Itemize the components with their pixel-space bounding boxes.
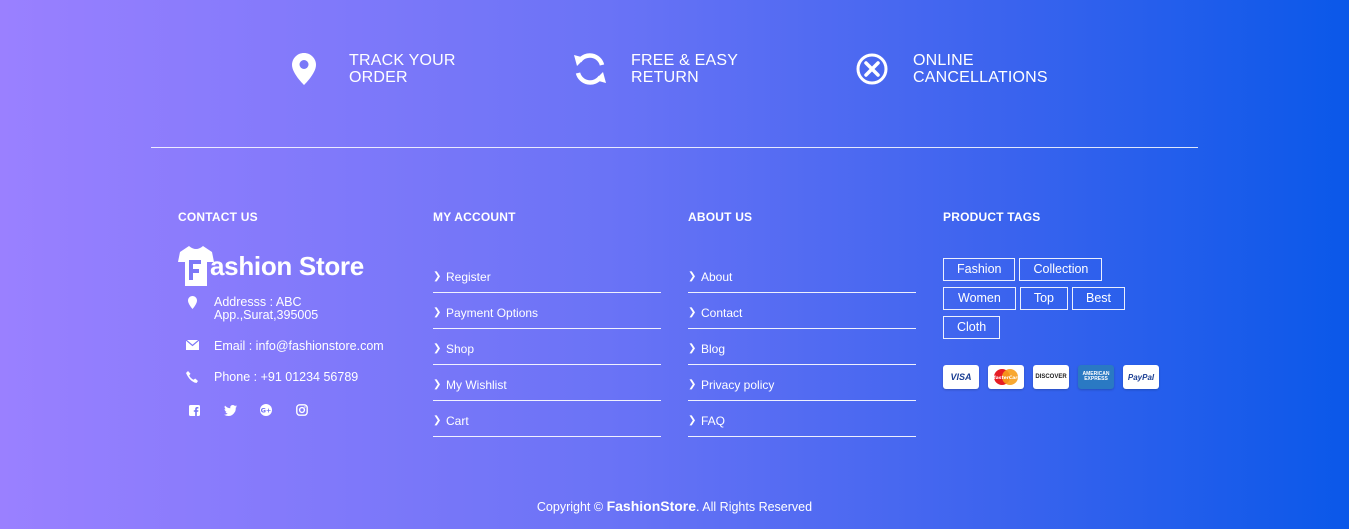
chevron-right-icon: ❯ bbox=[433, 379, 442, 390]
chevron-right-icon: ❯ bbox=[433, 271, 442, 282]
link-my-wishlist[interactable]: ❯ My Wishlist bbox=[433, 365, 661, 401]
feature-track-line2: ORDER bbox=[349, 69, 408, 86]
social-links: G+ bbox=[186, 402, 394, 418]
svg-text:G+: G+ bbox=[261, 406, 272, 414]
visa-card-icon: VISA bbox=[943, 365, 979, 389]
link-about[interactable]: ❯ About bbox=[688, 257, 916, 293]
tag-best[interactable]: Best bbox=[1072, 287, 1126, 310]
link-contact-label: Contact bbox=[701, 305, 743, 320]
discover-card-icon: DISCOVER bbox=[1033, 365, 1069, 389]
tag-collection[interactable]: Collection bbox=[1019, 258, 1103, 281]
contact-phone[interactable]: Phone : +91 01234 56789 bbox=[178, 371, 394, 384]
link-blog-label: Blog bbox=[701, 341, 726, 356]
facebook-icon[interactable] bbox=[186, 402, 202, 418]
contact-address: Addresss : ABC App.,Surat,395005 bbox=[178, 296, 394, 322]
link-faq-label: FAQ bbox=[701, 413, 726, 428]
cancel-circle-icon bbox=[855, 52, 889, 86]
link-shop-label: Shop bbox=[446, 341, 475, 356]
feature-return-line2: RETURN bbox=[631, 69, 699, 86]
chevron-right-icon: ❯ bbox=[688, 307, 697, 318]
feature-return-line1: FREE & EASY bbox=[631, 52, 739, 69]
link-faq[interactable]: ❯ FAQ bbox=[688, 401, 916, 437]
feature-online-cancellations: ONLINE CANCELLATIONS bbox=[855, 52, 1053, 86]
contact-address-text: Addresss : ABC App.,Surat,395005 bbox=[214, 295, 319, 322]
link-my-wishlist-label: My Wishlist bbox=[446, 377, 507, 392]
link-cart[interactable]: ❯ Cart bbox=[433, 401, 661, 437]
account-heading: MY ACCOUNT bbox=[433, 210, 516, 224]
fashion-store-logo[interactable]: ashion Store bbox=[178, 244, 394, 288]
link-about-label: About bbox=[701, 269, 733, 284]
link-privacy-policy[interactable]: ❯ Privacy policy bbox=[688, 365, 916, 401]
link-register-label: Register bbox=[446, 269, 491, 284]
tags-column: PRODUCT TAGS Fashion Collection Women To… bbox=[943, 210, 1173, 389]
contact-heading: CONTACT US bbox=[178, 210, 258, 224]
google-plus-icon[interactable]: G+ bbox=[258, 402, 274, 418]
about-column: ABOUT US ❯ About ❯ Contact ❯ Blog ❯ Privacy … bbox=[688, 210, 916, 437]
refresh-icon bbox=[573, 52, 607, 86]
copyright-text: Copyright © FashionStore. All Rights Res… bbox=[0, 498, 1349, 514]
link-register[interactable]: ❯ Register bbox=[433, 257, 661, 293]
chevron-right-icon: ❯ bbox=[688, 343, 697, 354]
mastercard-icon: MasterCard bbox=[988, 365, 1024, 389]
logo-text: ashion Store bbox=[210, 250, 364, 281]
feature-track-order: TRACK YOUR ORDER bbox=[290, 52, 489, 86]
copyright-suffix: . All Rights Reserved bbox=[696, 500, 813, 514]
tags-heading: PRODUCT TAGS bbox=[943, 210, 1041, 224]
about-heading: ABOUT US bbox=[688, 210, 753, 224]
contact-email-text: Email : info@fashionstore.com bbox=[214, 339, 384, 353]
paypal-card-icon: PayPal bbox=[1123, 365, 1159, 389]
link-shop[interactable]: ❯ Shop bbox=[433, 329, 661, 365]
tag-top[interactable]: Top bbox=[1019, 287, 1068, 310]
envelope-icon bbox=[184, 340, 200, 350]
copyright-prefix: Copyright © bbox=[536, 500, 604, 514]
link-payment-options[interactable]: ❯ Payment Options bbox=[433, 293, 661, 329]
map-pin-icon bbox=[184, 296, 200, 309]
twitter-icon[interactable] bbox=[222, 402, 238, 418]
contact-phone-text: Phone : +91 01234 56789 bbox=[214, 370, 359, 384]
map-marker-icon bbox=[290, 52, 318, 86]
chevron-right-icon: ❯ bbox=[433, 343, 442, 354]
contact-email[interactable]: Email : info@fashionstore.com bbox=[178, 340, 394, 353]
link-blog[interactable]: ❯ Blog bbox=[688, 329, 916, 365]
features-bar: TRACK YOUR ORDER FREE & EASY RETURN ONLI bbox=[0, 52, 1349, 102]
copyright-brand[interactable]: FashionStore bbox=[607, 498, 696, 514]
link-cart-label: Cart bbox=[446, 413, 469, 428]
payment-methods: VISA MasterCard DISCOVER AMERICAN EXPRES… bbox=[943, 365, 1173, 389]
section-divider bbox=[151, 147, 1198, 148]
feature-track-line1: TRACK YOUR bbox=[349, 52, 456, 69]
contact-column: CONTACT US ashion Store Addresss : ABC A… bbox=[178, 210, 394, 418]
link-payment-options-label: Payment Options bbox=[446, 305, 539, 320]
feature-cancel-line1: ONLINE bbox=[913, 52, 974, 69]
svg-text:MasterCard: MasterCard bbox=[991, 375, 1021, 381]
tag-women[interactable]: Women bbox=[943, 287, 1016, 310]
feature-free-return: FREE & EASY RETURN bbox=[573, 52, 771, 86]
tag-cloth[interactable]: Cloth bbox=[943, 316, 1001, 339]
instagram-icon[interactable] bbox=[294, 402, 310, 418]
chevron-right-icon: ❯ bbox=[688, 271, 697, 282]
chevron-right-icon: ❯ bbox=[688, 415, 697, 426]
link-privacy-policy-label: Privacy policy bbox=[701, 377, 775, 392]
amex-card-icon: AMERICAN EXPRESS bbox=[1078, 365, 1114, 389]
tag-fashion[interactable]: Fashion bbox=[943, 258, 1016, 281]
chevron-right-icon: ❯ bbox=[688, 379, 697, 390]
tag-cloud: Fashion Collection Women Top Best Cloth bbox=[943, 258, 1173, 339]
phone-icon bbox=[184, 371, 200, 383]
link-contact[interactable]: ❯ Contact bbox=[688, 293, 916, 329]
chevron-right-icon: ❯ bbox=[433, 415, 442, 426]
account-column: MY ACCOUNT ❯ Register ❯ Payment Options ❯ S… bbox=[433, 210, 661, 437]
chevron-right-icon: ❯ bbox=[433, 307, 442, 318]
tshirt-logo-icon bbox=[178, 246, 214, 286]
feature-cancel-line2: CANCELLATIONS bbox=[913, 69, 1048, 86]
